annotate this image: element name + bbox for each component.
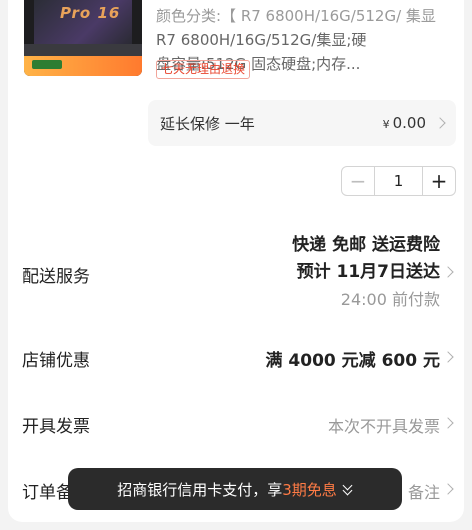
shop-discount-value: 满 4000 元减 600 元	[265, 351, 440, 371]
delivery-deadline: 24:00 前付款	[340, 290, 440, 309]
chevron-right-icon	[442, 351, 454, 363]
product-image[interactable]: Pro 16	[24, 0, 142, 76]
chevron-right-icon	[442, 417, 454, 429]
payment-promo-toast[interactable]: 招商银行信用卡支付，享3期免息	[68, 468, 402, 510]
laptop-base	[24, 44, 142, 56]
double-chevron-down-icon[interactable]	[342, 480, 353, 496]
extended-warranty-row[interactable]: 延长保修 一年 ¥0.00	[148, 100, 456, 146]
order-note-value: 备注	[407, 483, 440, 502]
delivery-info: 快递 免邮 送运费险 预计 11月7日送达 24:00 前付款	[292, 232, 440, 313]
quantity-stepper[interactable]: − 1 +	[341, 166, 456, 196]
warranty-label: 延长保修 一年	[160, 115, 255, 133]
order-card: Pro 16 颜色分类:【 R7 6800H/16G/512G/ 集显 R7 6…	[8, 0, 464, 522]
delivery-label: 配送服务	[22, 267, 90, 287]
toast-prefix: 招商银行信用卡支付，享	[117, 480, 283, 499]
return-policy-tag: 七天无理由退换	[156, 60, 251, 79]
spec-line-2: R7 6800H/16G/512G/集显;硬	[156, 31, 367, 49]
toast-text: 招商银行信用卡支付，享3期免息	[117, 479, 337, 500]
invoice-label: 开具发票	[22, 417, 90, 437]
invoice-value: 本次不开具发票	[327, 417, 440, 436]
product-image-text: Pro 16	[60, 4, 121, 22]
decrease-quantity-button[interactable]: −	[342, 167, 374, 195]
chevron-right-icon	[442, 266, 454, 278]
warranty-price-value: 0.00	[392, 114, 426, 132]
increase-quantity-button[interactable]: +	[423, 167, 455, 195]
currency-symbol: ¥	[382, 118, 390, 131]
spec-line-1: 颜色分类:【 R7 6800H/16G/512G/ 集显	[156, 7, 436, 25]
promo-badge	[32, 60, 62, 69]
chevron-right-icon	[442, 483, 454, 495]
toast-highlight: 3期免息	[282, 480, 337, 499]
shop-discount-label: 店铺优惠	[22, 351, 90, 371]
quantity-value[interactable]: 1	[374, 167, 423, 195]
warranty-price: ¥0.00	[383, 114, 426, 132]
chevron-right-icon	[434, 117, 446, 129]
delivery-eta: 预计 11月7日送达	[296, 262, 440, 282]
delivery-method: 快递 免邮 送运费险	[292, 235, 440, 255]
